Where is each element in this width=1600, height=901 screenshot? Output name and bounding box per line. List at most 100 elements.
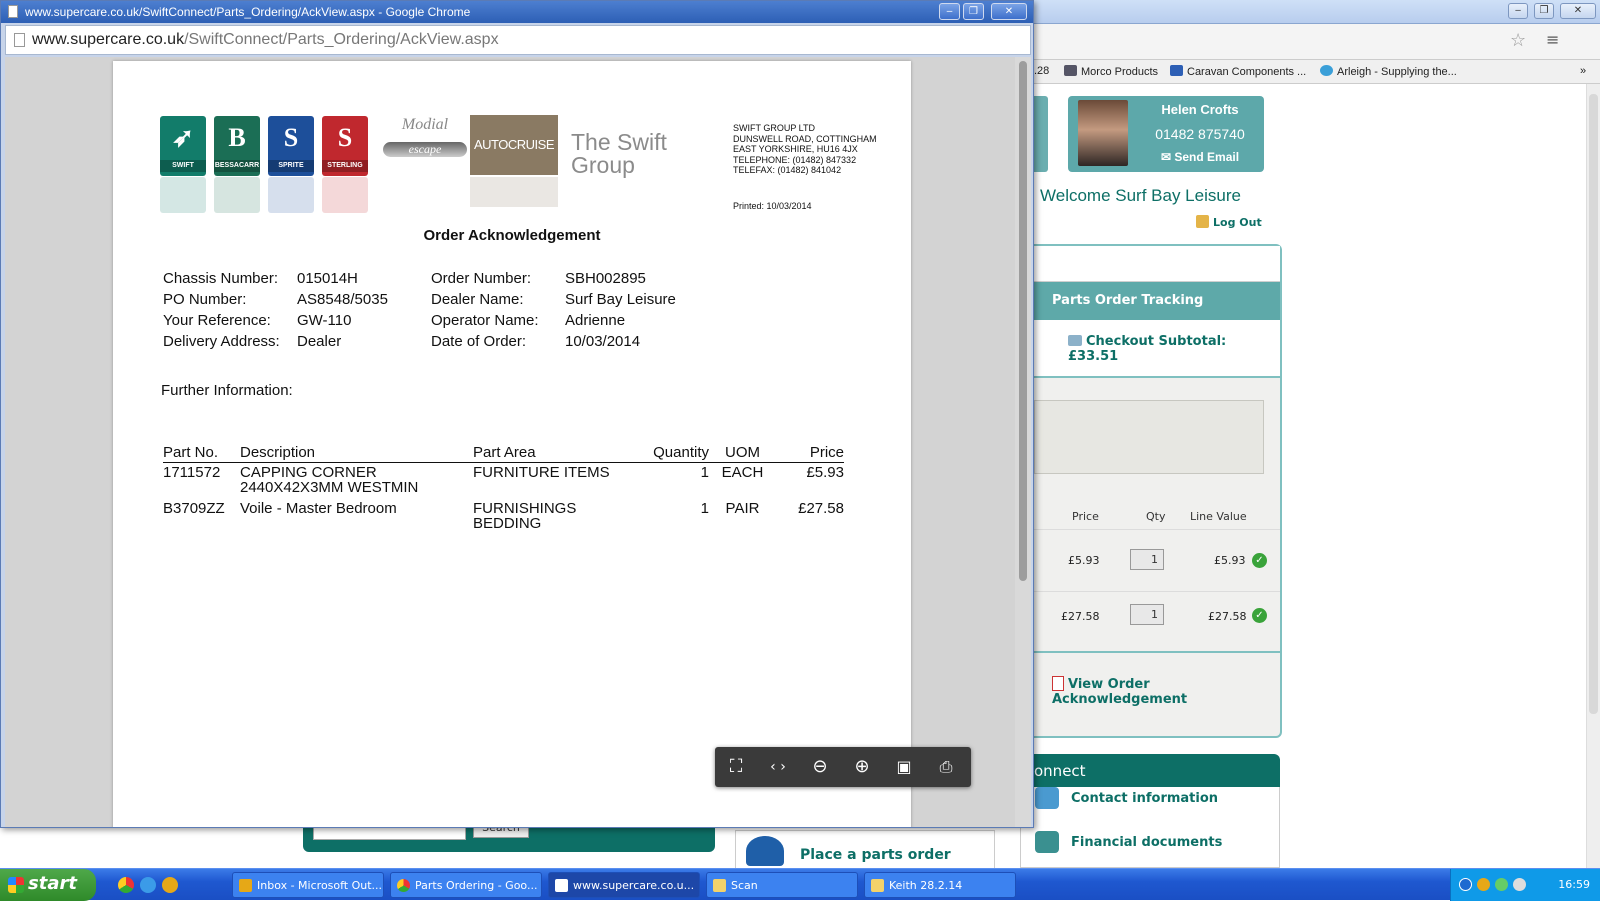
task-keith[interactable]: Keith 28.2.14 (864, 872, 1016, 898)
outlook-tray-icon[interactable] (1477, 878, 1490, 891)
sprite-logo: S SPRITE (268, 116, 314, 176)
clock[interactable]: 16:59 (1558, 878, 1590, 891)
minimize-button[interactable]: ‒ (939, 3, 960, 20)
part-area: FURNISHINGS BEDDING (473, 499, 577, 532)
document-title: Order Acknowledgement (423, 227, 601, 244)
uom: PAIR (725, 499, 760, 517)
description: CAPPING CORNER 2440X42X3MM WESTMIN (240, 463, 419, 496)
column-header-quantity: Quantity (633, 444, 709, 463)
task-label: www.supercare.co.u... (573, 879, 695, 892)
fit-width-icon[interactable]: ‹ › (760, 752, 796, 782)
field-label: Delivery Address: (163, 333, 280, 350)
swift-bird-icon: ➶ (172, 123, 194, 152)
logo-reflection (268, 177, 314, 213)
outlook-icon[interactable] (162, 877, 178, 893)
pdf-toolbar: ⛶ ‹ › ⊖ ⊕ ▣ ⎙ (715, 747, 971, 787)
bookmark-label: Morco Products (1081, 66, 1159, 78)
further-information-label: Further Information: (161, 382, 293, 399)
bookmark-item[interactable]: Arleigh - Supplying the... (1320, 65, 1457, 78)
bookmark-star-icon[interactable]: ☆ (1510, 30, 1526, 51)
welcome-message: Welcome Surf Bay Leisure (1040, 186, 1241, 205)
modial-text: Modial (401, 116, 449, 133)
row-line-value: £27.58 (1208, 610, 1247, 623)
internet-explorer-icon[interactable] (140, 877, 156, 893)
part-area: FURNITURE ITEMS (473, 463, 610, 481)
popup-address-bar[interactable]: www.supercare.co.uk/SwiftConnect/Parts_O… (5, 25, 1031, 55)
fit-page-icon[interactable]: ⛶ (718, 752, 754, 782)
task-label: Parts Ordering - Goo... (415, 879, 538, 892)
logo-reflection (470, 177, 558, 207)
table-header-row: Part No. Description Part Area Quantity … (163, 444, 844, 463)
column-header-qty: Qty (1146, 510, 1166, 523)
rep-phone: 01482 875740 (1155, 126, 1245, 142)
start-button[interactable]: start (0, 869, 96, 901)
column-header-price: Price (1072, 510, 1099, 523)
menu-icon[interactable]: ≡ (1546, 30, 1559, 49)
close-button[interactable]: ✕ (991, 3, 1027, 20)
quantity-input[interactable]: 1 (1130, 549, 1164, 570)
view-order-acknowledgement-link[interactable]: View Order Acknowledgement (1052, 676, 1280, 707)
restore-button[interactable]: ❐ (963, 3, 984, 20)
logo-mark: S (337, 123, 353, 152)
company-line: DUNSWELL ROAD, COTTINGHAM (733, 133, 877, 144)
popup-window: www.supercare.co.uk/SwiftConnect/Parts_O… (0, 0, 1034, 828)
financial-documents-link[interactable]: Financial documents (1035, 831, 1222, 853)
chrome-icon[interactable] (118, 877, 134, 893)
close-button[interactable]: ✕ (1560, 3, 1596, 19)
tray-arrow-icon[interactable] (1459, 878, 1472, 891)
viewer-scrollbar[interactable] (1015, 57, 1031, 827)
zoom-in-icon[interactable]: ⊕ (844, 752, 880, 782)
task-scan[interactable]: Scan (706, 872, 858, 898)
bookmark-label: Arleigh - Supplying the... (1337, 66, 1457, 78)
bookmark-favicon-icon (1064, 65, 1077, 76)
basket-icon (1068, 335, 1082, 346)
task-parts-ordering[interactable]: Parts Ordering - Goo... (390, 872, 542, 898)
url-path: /SwiftConnect/Parts_Ordering/AckView.asp… (184, 31, 499, 48)
bookmark-item[interactable]: Caravan Components ... (1170, 65, 1306, 78)
bookmarks-overflow-icon[interactable]: » (1580, 65, 1586, 77)
checkout-subtotal[interactable]: Checkout Subtotal: £33.51 (1068, 334, 1280, 364)
task-label: Inbox - Microsoft Out... (257, 879, 383, 892)
rep-name: Helen Crofts (1161, 102, 1239, 117)
company-line: EAST YORKSHIRE, HU16 4JX (733, 144, 858, 154)
bookmark-item[interactable]: .28 (1034, 65, 1049, 77)
field-label: Dealer Name: (431, 291, 524, 308)
logo-reflection (160, 177, 206, 213)
panel-title: Parts Order Tracking (1034, 282, 1280, 320)
swift-logo: ➶ SWIFT (160, 116, 206, 176)
background-address-bar[interactable]: ☆ ≡ (1034, 24, 1600, 60)
contact-information-link[interactable]: Contact information (1035, 787, 1219, 809)
save-icon[interactable]: ▣ (886, 752, 922, 782)
popup-titlebar: www.supercare.co.uk/SwiftConnect/Parts_O… (1, 1, 1033, 23)
restore-button[interactable]: ❐ (1534, 3, 1554, 19)
page-icon (555, 879, 568, 892)
minimize-button[interactable]: ‒ (1508, 3, 1528, 19)
print-icon[interactable]: ⎙ (928, 752, 964, 782)
bookmark-item[interactable]: Morco Products (1064, 65, 1158, 78)
bookmark-favicon-icon (1320, 65, 1333, 76)
scroll-thumb[interactable] (1019, 61, 1027, 581)
task-supercare[interactable]: www.supercare.co.u... (548, 872, 700, 898)
part-no: B3709ZZ (163, 499, 225, 517)
logout-link[interactable]: Log Out (1196, 215, 1262, 229)
background-scrollbar[interactable] (1586, 84, 1600, 868)
bookmarks-bar: .28 Morco Products Caravan Components ..… (1034, 60, 1600, 84)
group-name: The Swift Group (571, 129, 667, 178)
scroll-thumb[interactable] (1589, 94, 1598, 714)
field-value: AS8548/5035 (297, 291, 388, 308)
logo-label: SWIFT (160, 160, 206, 172)
send-email-link[interactable]: ✉ Send Email (1142, 150, 1258, 164)
zoom-out-icon[interactable]: ⊖ (802, 752, 838, 782)
order-tracking-panel: Parts Order Tracking Checkout Subtotal: … (1034, 244, 1282, 738)
volume-icon[interactable] (1513, 878, 1526, 891)
pdf-viewer: ➶ SWIFT B BESSACARR S SPRITE S STERLING Modi… (5, 57, 1031, 827)
lock-icon (1196, 215, 1209, 228)
network-icon[interactable] (1495, 878, 1508, 891)
place-order-link[interactable]: Place a parts order (800, 847, 951, 863)
rep-card: Helen Crofts 01482 875740 ✉ Send Email (1068, 96, 1264, 172)
calculator-icon (1035, 831, 1059, 853)
connect-links: Contact information Financial documents (1020, 787, 1280, 868)
contact-information-label: Contact information (1071, 791, 1219, 806)
quantity-input[interactable]: 1 (1130, 604, 1164, 625)
task-outlook[interactable]: Inbox - Microsoft Out... (232, 872, 384, 898)
